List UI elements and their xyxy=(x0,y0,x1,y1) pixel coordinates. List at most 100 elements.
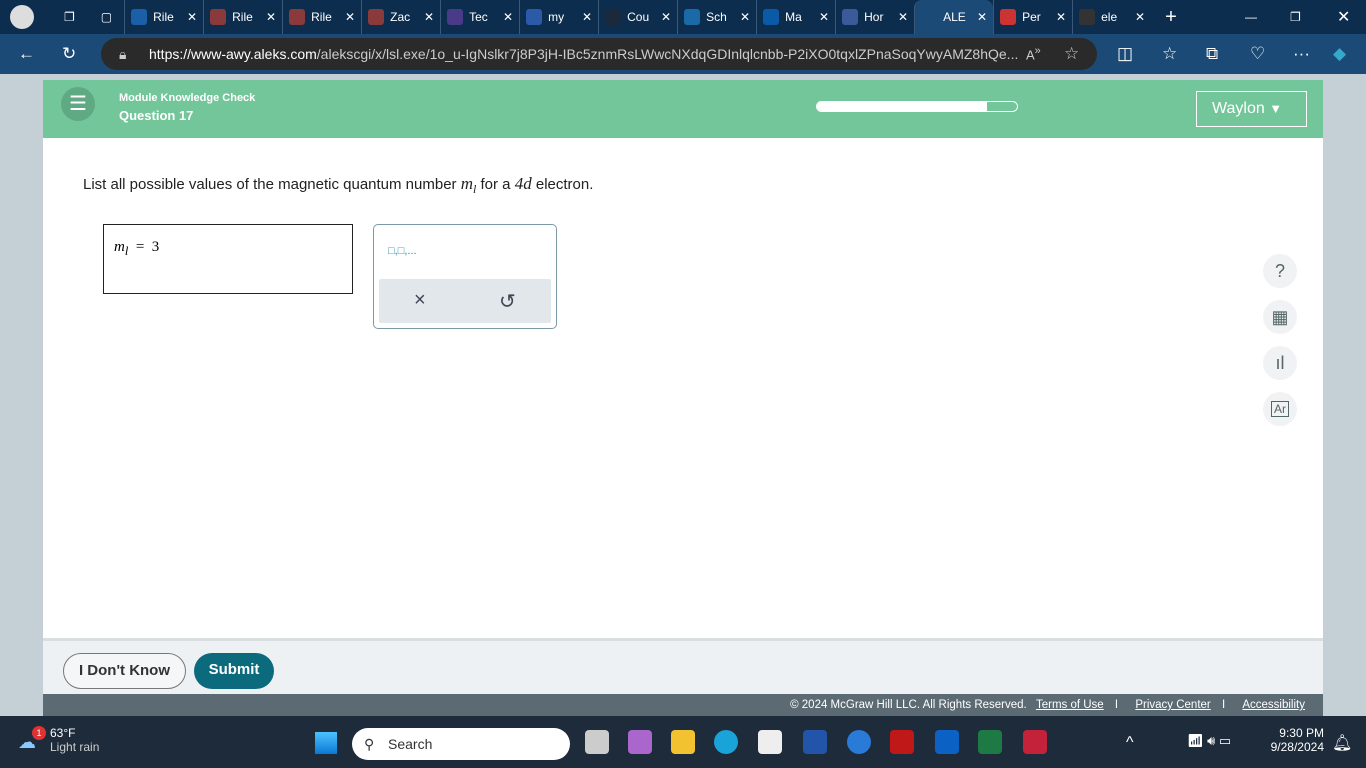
help-app-icon[interactable] xyxy=(847,730,871,754)
weather-widget[interactable]: ☁ 1 63°F Light rain xyxy=(18,726,99,754)
copilot-app-icon[interactable] xyxy=(628,730,652,754)
footer-actions: I Don't Know Submit xyxy=(43,638,1323,694)
close-tab-icon[interactable]: ✕ xyxy=(661,10,671,24)
store-icon[interactable] xyxy=(758,730,782,754)
dont-know-button[interactable]: I Don't Know xyxy=(63,653,186,689)
tab-title: Sch xyxy=(706,10,727,24)
close-tab-icon[interactable]: ✕ xyxy=(266,10,276,24)
copyright: © 2024 McGraw Hill LLC. All Rights Reser… xyxy=(790,699,1027,711)
browser-tab[interactable]: my ✕ xyxy=(519,0,598,34)
browser-tab[interactable]: Cou ✕ xyxy=(598,0,677,34)
url-input[interactable]: 🔒︎ https://www-awy.aleks.com/alekscgi/x/l… xyxy=(101,38,1097,70)
tab-actions-icon[interactable]: ▢ xyxy=(101,10,112,24)
tab-favicon-icon xyxy=(289,9,306,25)
refresh-icon[interactable]: ↻ xyxy=(62,44,76,64)
answer-value: 3 xyxy=(151,239,160,255)
clock[interactable]: 9:30 PM 9/28/2024 xyxy=(1262,726,1324,754)
question-text: List all possible values of the magnetic… xyxy=(83,174,594,196)
close-tab-icon[interactable]: ✕ xyxy=(898,10,908,24)
close-tab-icon[interactable]: ✕ xyxy=(424,10,434,24)
close-tab-icon[interactable]: ✕ xyxy=(740,10,750,24)
tab-favicon-icon xyxy=(526,9,543,25)
start-button[interactable] xyxy=(315,732,337,754)
close-tab-icon[interactable]: ✕ xyxy=(819,10,829,24)
tab-favicon-icon xyxy=(1000,9,1017,25)
back-icon[interactable]: ← xyxy=(18,44,35,64)
profile-icon[interactable] xyxy=(10,5,34,29)
copilot-icon[interactable]: ◆ xyxy=(1333,44,1346,64)
taskbar: ☁ 1 63°F Light rain ⚲ Search ^ 📶︎ 🔊︎ ▭ 9:… xyxy=(0,716,1366,768)
restore-button[interactable]: ❐ xyxy=(1290,10,1301,24)
tab-favicon-icon xyxy=(368,9,385,25)
tab-favicon-icon xyxy=(1079,9,1096,25)
close-tab-icon[interactable]: ✕ xyxy=(582,10,592,24)
browser-tab[interactable]: Rile ✕ xyxy=(124,0,203,34)
workspaces-icon[interactable]: ❐ xyxy=(64,10,75,24)
periodic-table-icon[interactable]: Ar xyxy=(1263,392,1297,426)
search-icon: ⚲ xyxy=(364,736,375,752)
new-tab-button[interactable]: + xyxy=(1165,6,1177,29)
browser-tab[interactable]: Rile ✕ xyxy=(282,0,361,34)
tab-favicon-icon xyxy=(842,9,859,25)
minimize-button[interactable]: — xyxy=(1245,10,1257,24)
close-tab-icon[interactable]: ✕ xyxy=(187,10,197,24)
file-explorer-icon[interactable] xyxy=(671,730,695,754)
split-screen-icon[interactable]: ◫ xyxy=(1117,44,1133,64)
aleks-page: ☰ Module Knowledge Check Question 17 Way… xyxy=(43,80,1323,716)
close-window-button[interactable]: ✕ xyxy=(1337,7,1350,27)
edge-icon[interactable] xyxy=(714,730,738,754)
help-button[interactable]: ? xyxy=(1263,254,1297,288)
wifi-icon[interactable]: 📶︎ 🔊︎ ▭ xyxy=(1187,733,1231,749)
browser-tab[interactable]: Ma ✕ xyxy=(756,0,835,34)
tab-title: Per xyxy=(1022,10,1041,24)
myhp-icon[interactable] xyxy=(803,730,827,754)
tab-title: Cou xyxy=(627,10,650,24)
browser-tab[interactable]: Rile ✕ xyxy=(203,0,282,34)
browser-tab[interactable]: Per ✕ xyxy=(993,0,1072,34)
menu-icon[interactable]: ☰ xyxy=(61,87,95,121)
accessibility-link[interactable]: Accessibility xyxy=(1242,699,1305,711)
mcafee-icon[interactable] xyxy=(890,730,914,754)
calculator-icon[interactable]: ▦ xyxy=(1263,300,1297,334)
browser-tab[interactable]: ele ✕ xyxy=(1072,0,1151,34)
outlook-icon[interactable] xyxy=(935,730,959,754)
submit-button[interactable]: Submit xyxy=(194,653,274,689)
close-tab-icon[interactable]: ✕ xyxy=(1135,10,1145,24)
user-menu-button[interactable]: Waylon ▼ xyxy=(1196,91,1307,127)
favorites-icon[interactable]: ☆ xyxy=(1162,44,1177,64)
tab-title: Tec xyxy=(469,10,488,24)
autocad-icon[interactable] xyxy=(1023,730,1047,754)
close-tab-icon[interactable]: ✕ xyxy=(345,10,355,24)
tab-favicon-icon xyxy=(210,9,227,25)
notifications-bell-icon[interactable]: 🔔︎ xyxy=(1332,733,1352,753)
tab-favicon-icon xyxy=(447,9,464,25)
favorite-star-icon[interactable]: ☆ xyxy=(1064,44,1079,64)
browser-tab[interactable]: Tec ✕ xyxy=(440,0,519,34)
more-icon[interactable]: ··· xyxy=(1293,44,1310,64)
browser-tab[interactable]: Sch ✕ xyxy=(677,0,756,34)
answer-input[interactable]: ml = 3 xyxy=(103,224,353,294)
excel-icon[interactable] xyxy=(978,730,1002,754)
read-aloud-icon[interactable]: A» xyxy=(1026,45,1041,62)
tray-chevron-icon[interactable]: ^ xyxy=(1126,734,1134,752)
undo-button[interactable]: ↺ xyxy=(499,289,516,314)
collections-icon[interactable]: ⧉ xyxy=(1206,44,1218,64)
tab-favicon-icon xyxy=(763,9,780,25)
task-view-icon[interactable] xyxy=(585,730,609,754)
clear-button[interactable]: × xyxy=(414,289,426,312)
chart-icon[interactable]: ıl xyxy=(1263,346,1297,380)
taskbar-search[interactable]: ⚲ Search xyxy=(352,728,570,760)
tab-favicon-icon xyxy=(684,9,701,25)
tab-title: ALE xyxy=(943,10,966,24)
terms-link[interactable]: Terms of Use xyxy=(1036,699,1104,711)
close-tab-icon[interactable]: ✕ xyxy=(503,10,513,24)
health-icon[interactable]: ♡ xyxy=(1250,44,1265,64)
browser-tab[interactable]: Hor ✕ xyxy=(835,0,914,34)
close-tab-icon[interactable]: ✕ xyxy=(1056,10,1066,24)
privacy-link[interactable]: Privacy Center xyxy=(1135,699,1210,711)
list-template-button[interactable]: □,□,... xyxy=(388,245,417,257)
close-tab-icon[interactable]: ✕ xyxy=(977,10,987,24)
browser-tab[interactable]: Zac ✕ xyxy=(361,0,440,34)
header: ☰ Module Knowledge Check Question 17 Way… xyxy=(43,80,1323,138)
browser-tab[interactable]: ALE ✕ xyxy=(914,0,994,34)
